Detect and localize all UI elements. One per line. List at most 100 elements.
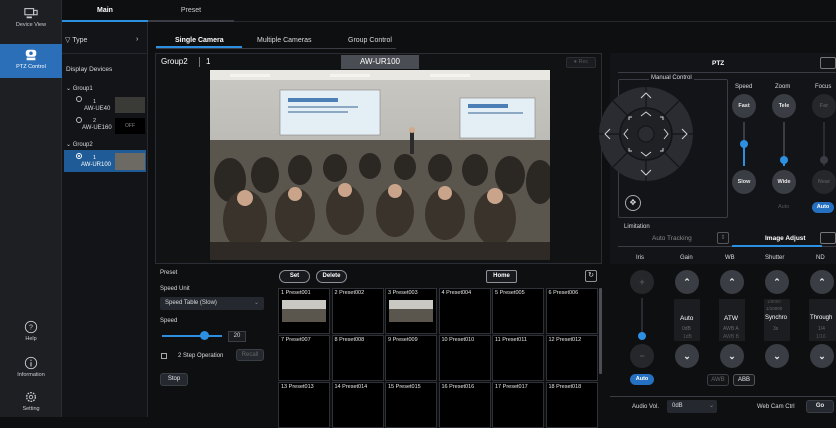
home-button[interactable]: Home — [486, 270, 517, 283]
audio-vol-select[interactable]: 0dB ⌄ — [667, 400, 717, 413]
preset-cell[interactable]: 10 Preset010 — [438, 335, 491, 381]
go-button[interactable]: Go — [806, 400, 834, 413]
chevron-down-icon: ⌄ — [66, 86, 72, 92]
preset-label: 7 Preset007 — [281, 337, 311, 343]
preset-cell[interactable]: 7 Preset007 — [278, 335, 330, 381]
move-icon[interactable]: ✥ — [625, 195, 641, 211]
refresh-icon[interactable]: ↻ — [585, 270, 597, 282]
stop-button[interactable]: Stop — [160, 373, 188, 386]
tab-image-adjust[interactable]: Image Adjust — [765, 235, 806, 242]
preset-cell[interactable]: 16 Preset016 — [438, 382, 491, 428]
awb-button[interactable]: AWB — [707, 374, 729, 386]
speed-unit-select[interactable]: Speed Table (Slow) ⌄ — [160, 297, 264, 310]
speed-slider-handle[interactable] — [740, 140, 748, 148]
recall-button[interactable]: Recall — [236, 349, 264, 361]
iris-minus-icon[interactable]: − — [630, 344, 654, 368]
set-button[interactable]: Set — [279, 270, 310, 283]
preset-label: 15 Preset015 — [388, 384, 421, 390]
wide-button[interactable]: Wide — [772, 170, 796, 194]
near-button[interactable]: Near — [812, 170, 836, 194]
preset-cell[interactable]: 18 Preset018 — [545, 382, 598, 428]
focus-auto-button[interactable]: Auto — [812, 202, 834, 213]
information-icon — [24, 356, 38, 370]
preset-cell[interactable]: 3 Preset003 — [385, 288, 437, 334]
preset-cell[interactable]: 14 Preset014 — [331, 382, 384, 428]
tele-button[interactable]: Tele — [772, 94, 796, 118]
iris-auto-button[interactable]: Auto — [630, 374, 654, 385]
preset-cell[interactable]: 11 Preset011 — [492, 335, 544, 381]
rail-setting[interactable]: Setting — [0, 390, 62, 417]
ptz-menu-button[interactable] — [820, 57, 836, 69]
group2-header[interactable]: ⌄ Group2 — [66, 141, 93, 148]
preset-label: 13 Preset013 — [281, 384, 314, 390]
rail-device-view[interactable]: Device View — [0, 0, 62, 40]
preset-cell[interactable]: 17 Preset017 — [492, 382, 544, 428]
speed-value-input[interactable]: 20 — [228, 331, 246, 342]
chevron-up-icon[interactable]: ⌃ — [675, 270, 699, 294]
nd-sub: 1/4 — [818, 326, 825, 332]
chevron-down-icon[interactable]: ⌄ — [675, 344, 699, 368]
preset-cell[interactable]: 13 Preset013 — [278, 382, 330, 428]
preset-label: 3 Preset003 — [388, 290, 418, 296]
type-filter[interactable]: ▽ Type — [65, 36, 87, 44]
zoom-label: Zoom — [775, 84, 791, 90]
preset-cell[interactable]: 4 Preset004 — [438, 288, 491, 334]
slow-button[interactable]: Slow — [732, 170, 756, 194]
chevron-up-icon[interactable]: ⌃ — [765, 270, 789, 294]
focus-slider-handle[interactable] — [820, 156, 828, 164]
rail-information[interactable]: Information — [0, 356, 62, 384]
rec-dot-icon: ● — [573, 59, 577, 65]
speed-slider-handle[interactable] — [200, 331, 209, 340]
rec-button[interactable]: ● Rec — [566, 57, 596, 68]
image-adjust-menu-button[interactable] — [820, 232, 836, 244]
rail-help-label: Help — [25, 336, 37, 342]
camera-video[interactable] — [210, 70, 550, 260]
delete-button[interactable]: Delete — [316, 270, 347, 283]
viewer-group: Group2 — [161, 57, 188, 66]
far-button[interactable]: Far — [812, 94, 836, 118]
tab-group-control[interactable]: Group Control — [348, 37, 392, 44]
ptz-title: PTZ — [712, 60, 725, 67]
preset-cell[interactable]: 1 Preset001 — [278, 288, 330, 334]
rail-ptz-control-label: PTZ Control — [16, 64, 46, 70]
chevron-down-icon[interactable]: ⌄ — [720, 344, 744, 368]
rail-ptz-control[interactable]: PTZ Control — [0, 44, 62, 78]
speed-slider-track[interactable] — [162, 335, 222, 337]
preset-cell[interactable]: 12 Preset012 — [545, 335, 598, 381]
tab-main[interactable]: Main — [62, 0, 148, 22]
preset-cell[interactable]: 2 Preset002 — [331, 288, 384, 334]
chevron-up-icon[interactable]: ⌃ — [720, 270, 744, 294]
divider — [62, 53, 148, 54]
preset-cell[interactable]: 6 Preset006 — [545, 288, 598, 334]
group1-header[interactable]: ⌄ Group1 — [66, 85, 93, 92]
preset-cell[interactable]: 9 Preset009 — [385, 335, 437, 381]
chevron-down-icon[interactable]: ⌄ — [810, 344, 834, 368]
tab-auto-tracking[interactable]: Auto Tracking — [652, 235, 692, 242]
preset-cell[interactable]: 15 Preset015 — [385, 382, 437, 428]
tab-single-camera[interactable]: Single Camera — [175, 37, 224, 44]
preset-cell[interactable]: 8 Preset008 — [331, 335, 384, 381]
chevron-right-icon[interactable]: › — [136, 36, 138, 43]
device-radio-selected[interactable] — [76, 153, 82, 159]
audio-vol-label: Audio Vol. — [632, 404, 660, 410]
tab-multiple-cameras[interactable]: Multiple Cameras — [257, 37, 311, 44]
zoom-slider-handle[interactable] — [780, 156, 788, 164]
fast-button[interactable]: Fast — [732, 94, 756, 118]
rail-help[interactable]: ? Help — [0, 320, 62, 348]
tab-preset[interactable]: Preset — [148, 0, 234, 22]
preset-cell[interactable]: 5 Preset005 — [492, 288, 544, 334]
auto-tracking-toggle[interactable]: ⇕ — [717, 232, 729, 244]
two-step-checkbox[interactable] — [161, 353, 167, 359]
shutter-label: Shutter — [765, 255, 785, 261]
preset-scrollbar[interactable] — [599, 288, 602, 374]
svg-text:?: ? — [29, 325, 33, 332]
iris-plus-icon[interactable]: + — [630, 270, 654, 294]
iris-slider-handle[interactable] — [638, 332, 646, 340]
chevron-up-icon[interactable]: ⌃ — [810, 270, 834, 294]
device-radio[interactable] — [76, 117, 82, 123]
device-status-off: OFF — [115, 118, 145, 134]
abb-button[interactable]: ABB — [733, 374, 755, 386]
chevron-down-icon[interactable]: ⌄ — [765, 344, 789, 368]
device-radio[interactable] — [76, 96, 82, 102]
pan-tilt-joystick[interactable] — [596, 84, 696, 184]
